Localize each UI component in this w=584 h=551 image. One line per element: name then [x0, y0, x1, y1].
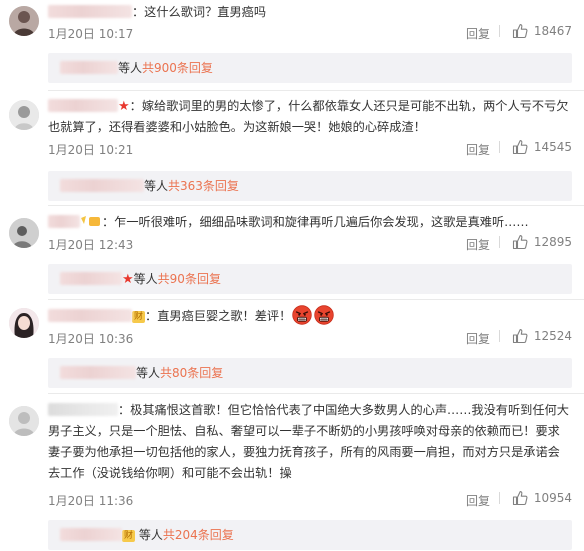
user-avatar[interactable]: [9, 308, 39, 338]
like-button[interactable]: 12895: [498, 234, 572, 250]
username-blurred[interactable]: [48, 309, 132, 322]
replies-summary: 等人共80条回复: [48, 358, 572, 388]
like-button[interactable]: 10954: [498, 490, 572, 506]
comment-text: ：这什么歌词？直男癌吗: [132, 5, 267, 19]
reply-button[interactable]: 回复: [466, 25, 490, 42]
username-blurred[interactable]: [48, 215, 80, 228]
divider: [48, 90, 584, 91]
divider: [48, 205, 584, 206]
replies-count-link[interactable]: 共900条回复: [142, 61, 213, 75]
reply-username-blurred: [60, 272, 122, 285]
star-badge-icon: ★: [118, 99, 130, 114]
replies-prefix: 等人: [138, 528, 163, 542]
thumbs-up-icon: [512, 23, 528, 39]
like-count: 12895: [533, 235, 572, 249]
replies-summary: 等人共363条回复: [48, 171, 572, 201]
thumbs-up-icon: [512, 234, 528, 250]
like-count: 18467: [533, 24, 572, 38]
reply-button[interactable]: 回复: [466, 236, 490, 253]
reply-username-blurred: [60, 179, 144, 192]
replies-count-link[interactable]: 共363条回复: [168, 179, 239, 193]
user-avatar[interactable]: [9, 6, 39, 36]
angry-face-emoji-icon: [292, 305, 312, 325]
replies-prefix: 等人: [136, 366, 161, 380]
divider: [48, 299, 584, 300]
star-badge-icon: ★: [122, 272, 134, 287]
like-count: 14545: [533, 140, 572, 154]
comment-text: ：乍一听很难听，细细品味歌词和旋律再听几遍后你会发现，这歌是真难听……: [102, 215, 529, 229]
user-avatar[interactable]: [9, 100, 39, 130]
comment-text: ：直男癌巨婴之歌！差评！: [145, 309, 292, 323]
comment-time: 1月20日 11:36: [48, 494, 134, 508]
wealth-badge: 财: [122, 530, 136, 542]
username-blurred[interactable]: [48, 99, 118, 112]
reply-button[interactable]: 回复: [466, 330, 490, 347]
replies-prefix: 等人: [144, 179, 169, 193]
thumbs-up-icon: [512, 490, 528, 506]
replies-summary: ★等人共90条回复: [48, 264, 572, 294]
replies-count-link[interactable]: 共204条回复: [163, 528, 234, 542]
replies-count-link[interactable]: 共80条回复: [160, 366, 223, 380]
replies-count-link[interactable]: 共90条回复: [158, 272, 221, 286]
like-button[interactable]: 14545: [498, 139, 572, 155]
user-avatar[interactable]: [9, 218, 39, 248]
replies-prefix: 等人: [133, 272, 158, 286]
replies-summary: 财 等人共204条回复: [48, 520, 572, 550]
comment-time: 1月20日 10:17: [48, 27, 134, 41]
comment-time: 1月20日 12:43: [48, 238, 134, 252]
like-count: 12524: [533, 329, 572, 343]
reply-username-blurred: [60, 528, 122, 541]
username-blurred[interactable]: [48, 5, 132, 18]
wealth-badge: 财: [132, 311, 146, 323]
comment-text: ：极其痛恨这首歌！但它恰恰代表了中国绝大多数男人的心声……我没有听到任何大男子主…: [48, 403, 569, 480]
replies-summary: 等人共900条回复: [48, 53, 572, 83]
comment-time: 1月20日 10:21: [48, 143, 134, 157]
reply-button[interactable]: 回复: [466, 141, 490, 158]
reply-username-blurred: [60, 61, 118, 74]
thumbs-up-icon: [512, 328, 528, 344]
like-button[interactable]: 18467: [498, 23, 572, 39]
like-count: 10954: [533, 491, 572, 505]
divider: [48, 393, 584, 394]
user-avatar[interactable]: [9, 406, 39, 436]
reply-username-blurred: [60, 366, 136, 379]
reply-button[interactable]: 回复: [466, 492, 490, 509]
angry-face-emoji-icon: [314, 305, 334, 325]
like-button[interactable]: 12524: [498, 328, 572, 344]
thumbs-up-icon: [512, 139, 528, 155]
replies-prefix: 等人: [118, 61, 143, 75]
vip-badge-icon: [80, 215, 102, 228]
username-blurred[interactable]: [48, 403, 118, 416]
comment-time: 1月20日 10:36: [48, 332, 134, 346]
